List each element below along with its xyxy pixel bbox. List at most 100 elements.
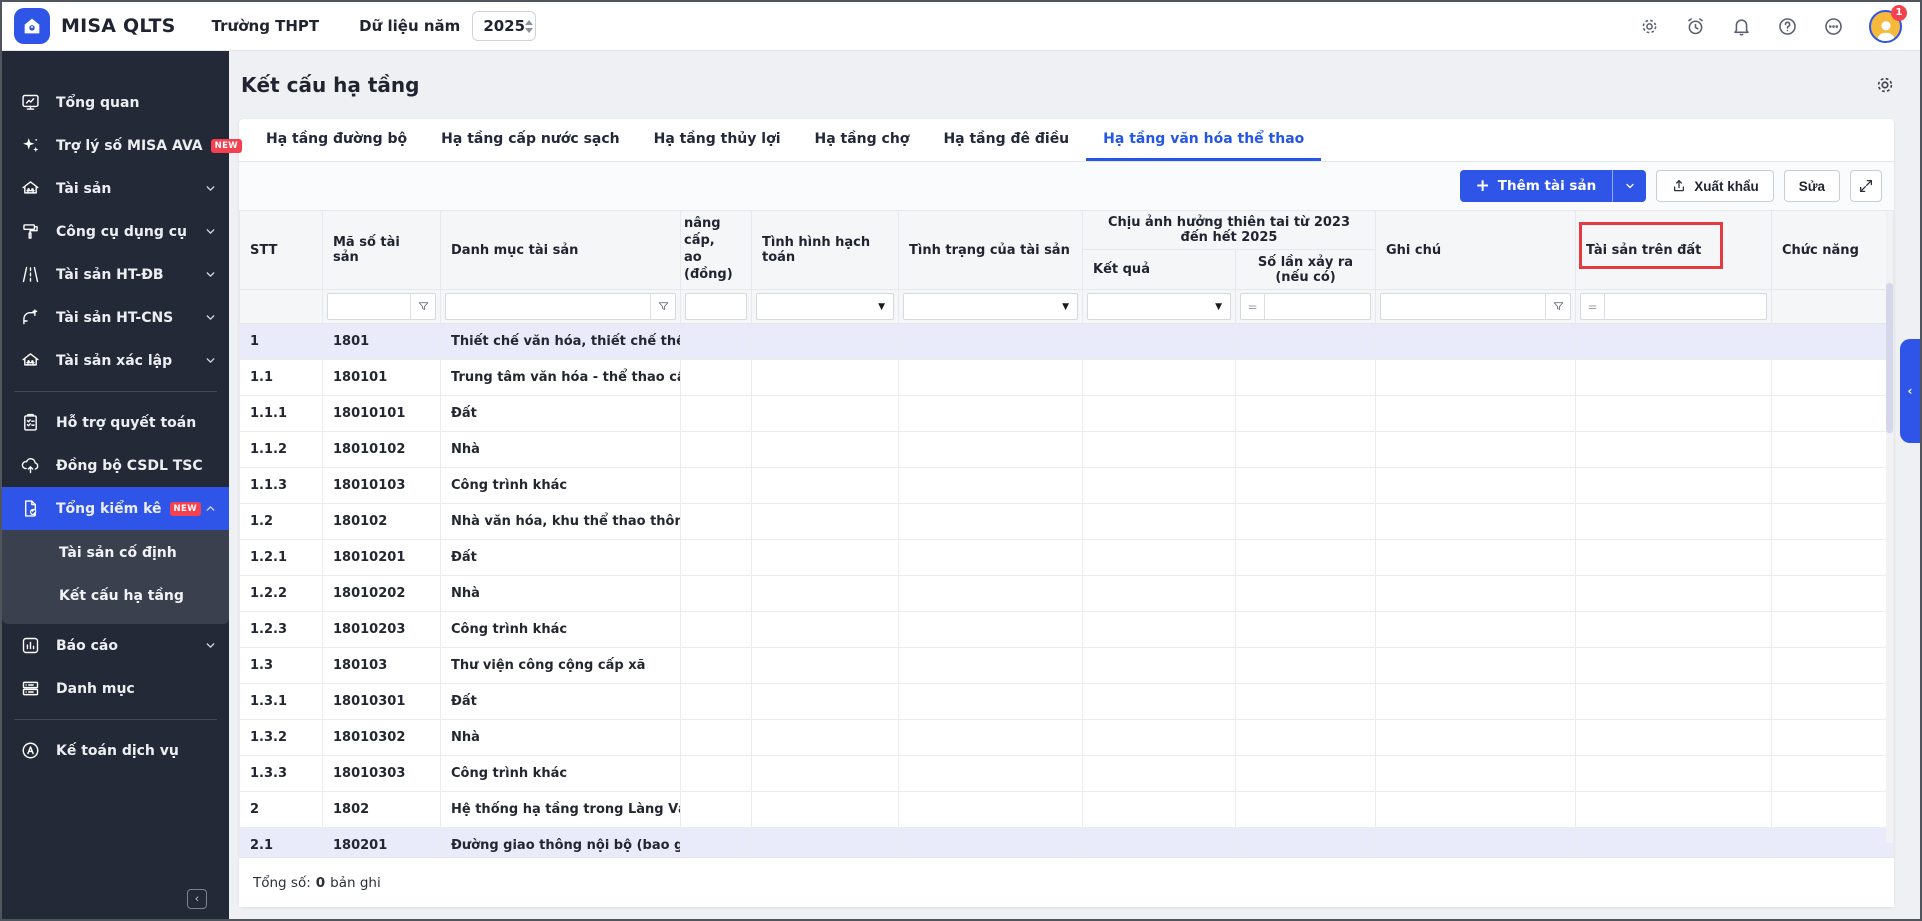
tab-ha-tang-van-hoa-the-thao[interactable]: Hạ tầng văn hóa thể thao	[1086, 119, 1321, 161]
tab-ha-tang-de-dieu[interactable]: Hạ tầng đê điều	[926, 119, 1086, 161]
content-card: Hạ tầng đường bộHạ tầng cấp nước sạchHạ …	[239, 119, 1894, 907]
table-row[interactable]: 1.2.218010202Nhà	[240, 576, 1894, 612]
app-logo[interactable]	[14, 8, 50, 44]
column-header-chuc-nang[interactable]: Chức năng	[1772, 211, 1894, 290]
sidebar-item-danh-muc[interactable]: Danh mục	[2, 667, 229, 710]
column-header-nang-cap-ao-dong[interactable]: nâng cấp, ao (đồng)	[681, 211, 752, 290]
column-header-danh-muc-tai-san[interactable]: Danh mục tài sản	[441, 211, 681, 290]
filter-select-ket-qua[interactable]: ▼	[1087, 293, 1231, 320]
sidebar-collapse-button[interactable]: ‹	[187, 889, 207, 909]
sidebar-item-tai-san-xac-lap[interactable]: Tài sản xác lập	[2, 339, 229, 382]
column-header-so-lan-xay-ra-neu-co[interactable]: Số lần xảy ra (nếu có)	[1236, 250, 1376, 290]
vertical-scrollbar-thumb[interactable]	[1886, 283, 1893, 433]
sidebar-item-tai-san-ht-db[interactable]: Tài sản HT-ĐB	[2, 253, 229, 296]
user-avatar[interactable]: 1	[1869, 10, 1902, 43]
sidebar-item-tai-san[interactable]: Tài sản	[2, 167, 229, 210]
year-selector[interactable]: 2025	[472, 11, 536, 41]
column-header-stt[interactable]: STT	[240, 211, 323, 290]
sidebar-item-ke-toan-dich-vu[interactable]: Kế toán dịch vụ	[2, 729, 229, 772]
cell-empty	[1083, 792, 1236, 828]
notification-bell-icon[interactable]	[1731, 16, 1752, 37]
table-row[interactable]: 11801Thiết chế văn hóa, thiết chế thể th…	[240, 324, 1894, 360]
column-header-tai-san-tren-dat[interactable]: Tài sản trên đất	[1576, 211, 1772, 290]
sidebar-subitem-tai-san-co-dinh[interactable]: Tài sản cố định	[2, 532, 229, 575]
reminder-clock-icon[interactable]	[1685, 16, 1706, 37]
tab-ha-tang-thuy-loi[interactable]: Hạ tầng thủy lợi	[637, 119, 798, 161]
filter-box	[1380, 293, 1571, 320]
year-stepper[interactable]	[525, 20, 541, 33]
sidebar-item-tai-san-ht-cns[interactable]: Tài sản HT-CNS	[2, 296, 229, 339]
filter-input-ma-so-tai-san[interactable]	[328, 294, 410, 319]
filter-select-tinh-trang-cua-tai-san[interactable]: ▼	[903, 293, 1078, 320]
column-header-ket-qua[interactable]: Kết quả	[1083, 250, 1236, 290]
topbar: MISA QLTS Trường THPT Dữ liệu năm 2025 1	[2, 2, 1920, 51]
table-row[interactable]: 1.1180101Trung tâm văn hóa - thể thao cấ…	[240, 360, 1894, 396]
tab-ha-tang-duong-bo[interactable]: Hạ tầng đường bộ	[249, 119, 424, 161]
cell-stt: 1.2	[240, 504, 323, 540]
cell-asset-name: Đất	[441, 396, 681, 432]
sidebar-item-tro-ly-so-misa-ava[interactable]: Trợ lý số MISA AVANEW	[2, 124, 229, 167]
edit-button[interactable]: Sửa	[1784, 170, 1840, 202]
stepper-down-icon[interactable]	[525, 28, 533, 33]
sidebar-item-bao-cao[interactable]: Báo cáo	[2, 624, 229, 667]
export-button[interactable]: Xuất khẩu	[1656, 170, 1774, 202]
cell-empty	[1083, 396, 1236, 432]
table-row[interactable]: 1.3.318010303Công trình khác	[240, 756, 1894, 792]
stepper-up-icon[interactable]	[525, 20, 533, 25]
cell-empty	[681, 504, 752, 540]
sidebar-item-tong-kiem-ke[interactable]: Tổng kiểm kêNEW	[2, 487, 229, 530]
sidebar-item-dong-bo-csdl-tsc[interactable]: Đồng bộ CSDL TSC	[2, 444, 229, 487]
sidebar-item-tong-quan[interactable]: Tổng quan	[2, 81, 229, 124]
filter-input-tai-san-tren-dat[interactable]	[1605, 294, 1766, 319]
year-value: 2025	[473, 17, 525, 35]
column-header-ma-so-tai-san[interactable]: Mã số tài sản	[323, 211, 441, 290]
filter-input-nang-cap-ao-dong[interactable]	[686, 294, 746, 319]
cell-asset-code: 18010103	[323, 468, 441, 504]
org-name[interactable]: Trường THPT	[212, 17, 320, 35]
tab-ha-tang-cho[interactable]: Hạ tầng chợ	[798, 119, 927, 161]
cell-empty	[1576, 504, 1772, 540]
sidebar-item-cong-cu-dung-cu[interactable]: Công cụ dụng cụ	[2, 210, 229, 253]
table-row[interactable]: 1.2.118010201Đất	[240, 540, 1894, 576]
sidebar-subitem-ket-cau-ha-tang[interactable]: Kết cấu hạ tầng	[2, 575, 229, 618]
table-row[interactable]: 1.2180102Nhà văn hóa, khu thể thao thôn …	[240, 504, 1894, 540]
table-row[interactable]: 1.3.218010302Nhà	[240, 720, 1894, 756]
filter-select-tinh-hinh-hach-toan[interactable]: ▼	[756, 293, 894, 320]
table-row[interactable]: 1.1.118010101Đất	[240, 396, 1894, 432]
filter-input-ghi-chu[interactable]	[1381, 294, 1545, 319]
filter-input-so-lan-xay-ra-neu-co[interactable]	[1265, 294, 1370, 319]
column-header-tinh-trang-cua-tai-san[interactable]: Tình trạng của tài sản	[899, 211, 1083, 290]
column-header-ghi-chu[interactable]: Ghi chú	[1376, 211, 1576, 290]
page-settings-icon[interactable]	[1874, 74, 1896, 96]
more-icon[interactable]	[1823, 16, 1844, 37]
table-row[interactable]: 1.1.318010103Công trình khác	[240, 468, 1894, 504]
column-header-tinh-hinh-hach-toan[interactable]: Tình hình hạch toán	[752, 211, 899, 290]
add-asset-dropdown-button[interactable]	[1612, 170, 1646, 202]
table-row[interactable]: 1.1.218010102Nhà	[240, 432, 1894, 468]
help-icon[interactable]	[1777, 16, 1798, 37]
sidebar-item-ho-tro-quyet-toan[interactable]: Hỗ trợ quyết toán	[2, 401, 229, 444]
caret-down-icon: ▼	[878, 302, 893, 312]
cell-asset-name: Công trình khác	[441, 612, 681, 648]
tab-ha-tang-cap-nuoc-sach[interactable]: Hạ tầng cấp nước sạch	[424, 119, 636, 161]
expand-button[interactable]	[1850, 170, 1882, 202]
funnel-icon[interactable]	[410, 294, 435, 319]
cell-empty	[1236, 360, 1376, 396]
cloud-sync-icon	[19, 455, 41, 477]
table-row[interactable]: 1.3.118010301Đất	[240, 684, 1894, 720]
filter-input-danh-muc-tai-san[interactable]	[446, 294, 650, 319]
add-asset-button[interactable]: + Thêm tài sản	[1460, 170, 1613, 202]
funnel-icon[interactable]	[650, 294, 675, 319]
funnel-icon[interactable]	[1545, 294, 1570, 319]
cell-empty	[899, 324, 1083, 360]
cell-empty	[899, 540, 1083, 576]
cell-stt: 1.1.3	[240, 468, 323, 504]
asset-house-icon	[19, 350, 41, 372]
table-row[interactable]: 1.2.318010203Công trình khác	[240, 612, 1894, 648]
table-row[interactable]: 21802Hệ thống hạ tầng trong Làng Văn hóa…	[240, 792, 1894, 828]
vertical-scrollbar[interactable]	[1886, 211, 1893, 843]
table-row[interactable]: 1.3180103Thư viện công cộng cấp xã	[240, 648, 1894, 684]
panel-expand-handle[interactable]: ‹	[1900, 339, 1920, 443]
inventory-check-icon	[19, 498, 41, 520]
settings-icon[interactable]	[1639, 16, 1660, 37]
